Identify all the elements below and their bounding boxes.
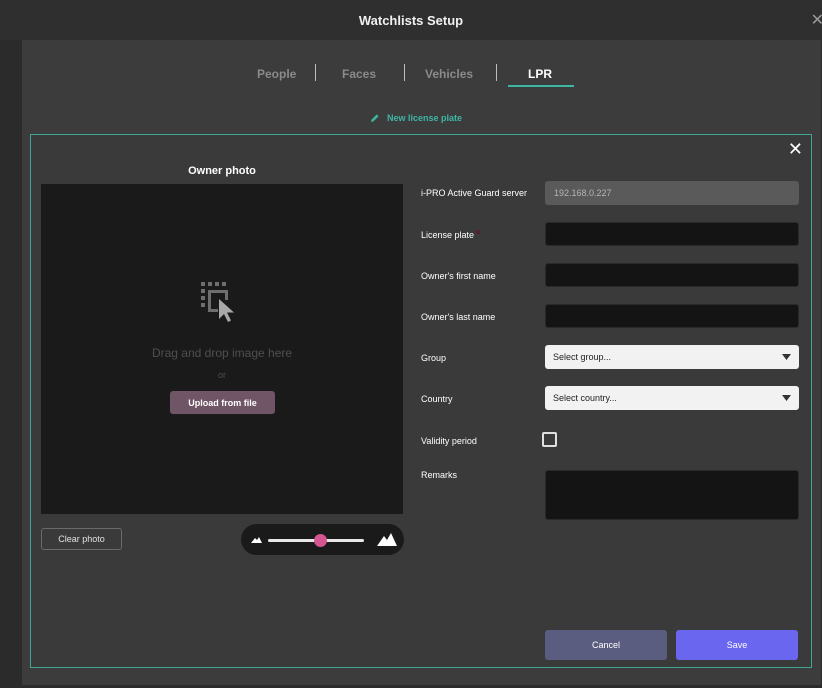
upload-from-file-button[interactable]: Upload from file xyxy=(170,391,275,414)
clear-photo-button[interactable]: Clear photo xyxy=(41,528,122,550)
license-plate-form-panel: ✕ Owner photo Drag and drop image here o… xyxy=(30,134,812,668)
tab-divider xyxy=(315,64,316,81)
zoom-out-mountain-icon[interactable] xyxy=(251,535,262,544)
validity-period-checkbox[interactable] xyxy=(542,432,557,447)
watchlists-window: People Faces Vehicles LPR New license pl… xyxy=(22,40,821,685)
cancel-button[interactable]: Cancel xyxy=(545,630,667,660)
license-plate-label-text: License plate xyxy=(421,230,475,240)
license-plate-input[interactable] xyxy=(545,222,799,246)
title-bar: Watchlists Setup ✕ xyxy=(0,0,822,40)
drop-or-text: or xyxy=(217,370,226,380)
new-license-plate-link[interactable]: New license plate xyxy=(370,113,462,123)
remarks-textarea[interactable] xyxy=(545,470,799,520)
pencil-icon xyxy=(371,114,379,122)
photo-drop-zone[interactable]: Drag and drop image here or Upload from … xyxy=(41,184,403,514)
new-license-plate-label: New license plate xyxy=(387,113,463,123)
active-tab-indicator xyxy=(508,85,574,87)
tab-lpr[interactable]: LPR xyxy=(528,67,552,81)
drop-hint: Drag and drop image here xyxy=(151,346,293,360)
first-name-input[interactable] xyxy=(545,263,799,287)
group-select-value: Select group... xyxy=(553,352,612,362)
country-select[interactable]: Select country... xyxy=(545,386,799,410)
zoom-in-mountain-icon[interactable] xyxy=(377,532,397,547)
last-name-label: Owner's last name xyxy=(421,312,496,322)
panel-close-icon[interactable]: ✕ xyxy=(788,140,803,158)
tab-bar: People Faces Vehicles LPR xyxy=(22,64,821,90)
group-select[interactable]: Select group... xyxy=(545,345,799,369)
license-plate-label: License plate xyxy=(421,230,481,240)
chevron-down-icon xyxy=(782,395,791,401)
server-label: i-PRO Active Guard server xyxy=(421,188,528,198)
save-button[interactable]: Save xyxy=(676,630,798,660)
first-name-label: Owner's first name xyxy=(421,271,496,281)
remarks-label: Remarks xyxy=(421,470,458,480)
last-name-input[interactable] xyxy=(545,304,799,328)
tab-vehicles[interactable]: Vehicles xyxy=(425,67,473,81)
required-indicator xyxy=(476,230,481,234)
chevron-down-icon xyxy=(782,354,791,360)
zoom-control xyxy=(241,524,404,555)
group-label: Group xyxy=(421,353,447,363)
country-label: Country xyxy=(421,394,453,404)
tab-divider xyxy=(404,64,405,81)
tab-divider xyxy=(496,64,497,81)
country-select-value: Select country... xyxy=(553,393,617,403)
validity-period-label: Validity period xyxy=(421,436,477,446)
window-close-icon[interactable]: ✕ xyxy=(811,10,822,30)
zoom-slider-thumb[interactable] xyxy=(314,534,328,547)
tab-faces[interactable]: Faces xyxy=(342,67,376,81)
image-drop-icon xyxy=(201,282,234,322)
owner-photo-title: Owner photo xyxy=(188,165,256,177)
window-title: Watchlists Setup xyxy=(358,12,464,28)
tab-people[interactable]: People xyxy=(257,67,296,81)
server-field: 192.168.0.227 xyxy=(545,181,799,205)
